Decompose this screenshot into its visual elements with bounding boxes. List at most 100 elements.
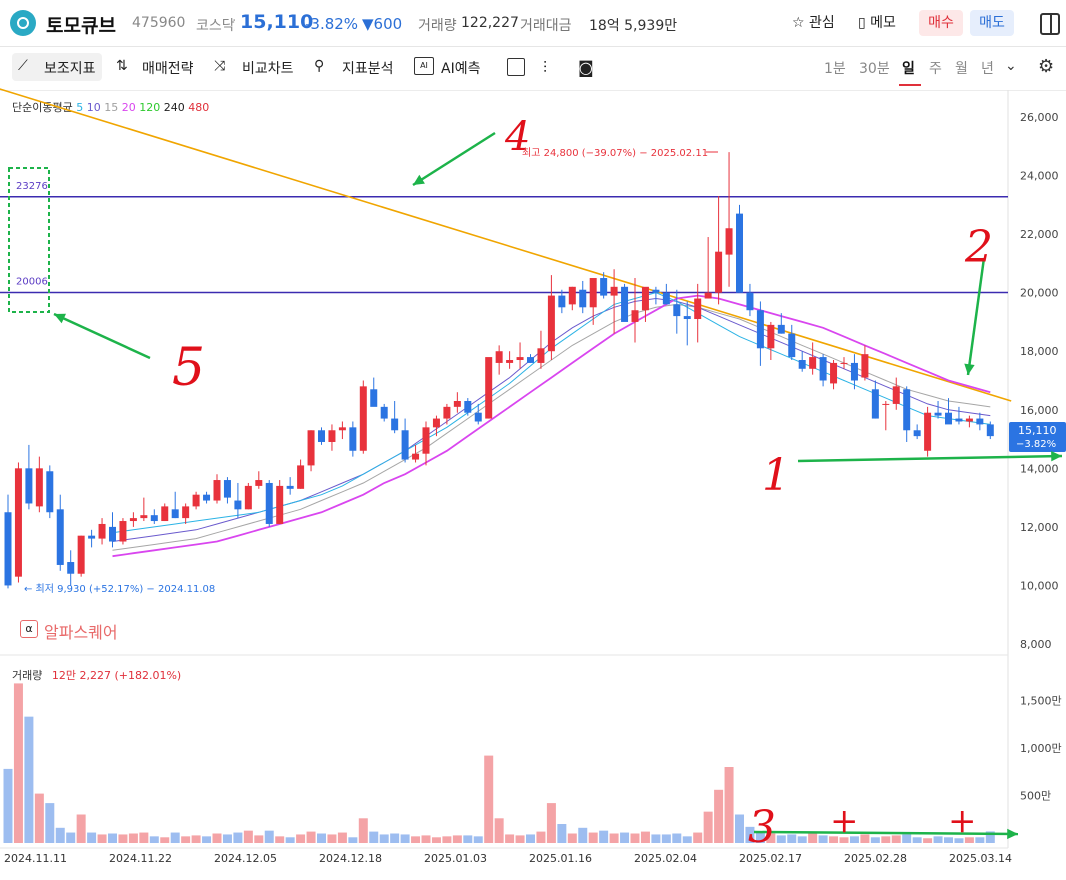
volume-bar	[682, 836, 692, 843]
candle-body	[453, 400, 461, 407]
volume-bar	[693, 832, 703, 843]
candle-body	[662, 292, 670, 305]
candle-body	[161, 506, 169, 522]
candle-body	[203, 494, 211, 501]
candle-body	[631, 310, 639, 322]
volume-bar	[348, 837, 358, 843]
volume-bar	[975, 837, 985, 843]
candle-body	[401, 430, 409, 460]
candle-body	[840, 362, 848, 364]
volume-bar	[317, 833, 326, 843]
candle-body	[537, 348, 545, 363]
annotation-label-1: 1	[762, 450, 790, 501]
volume-bar	[421, 835, 431, 843]
candle-body	[756, 310, 764, 349]
volume-bar	[912, 837, 922, 843]
candle-body	[579, 289, 587, 308]
candle-body	[255, 480, 263, 486]
candle-body	[140, 515, 148, 519]
volume-bar	[787, 834, 797, 843]
volume-bar	[181, 836, 191, 843]
volume-bar	[233, 832, 243, 843]
volume-bar	[254, 835, 264, 843]
volume-bar	[369, 831, 379, 843]
volume-bar	[128, 833, 138, 843]
volume-bar	[891, 835, 901, 843]
annotation-label-3: 3	[748, 802, 776, 853]
last-pct-label: −3.82%	[1016, 439, 1056, 450]
candle-body	[192, 494, 200, 507]
candle-body	[934, 412, 942, 416]
candle-body	[955, 418, 963, 422]
annotation-label-6: +	[830, 801, 859, 841]
candle-body	[359, 386, 367, 451]
candle-body	[965, 418, 973, 422]
x-tick-label: 2025.03.14	[949, 852, 1012, 865]
candle-body	[683, 316, 691, 320]
volume-bar	[13, 683, 23, 843]
candle-body	[850, 362, 858, 381]
volume-bar	[808, 833, 818, 843]
volume-bar	[452, 835, 462, 843]
volume-bar	[881, 836, 891, 843]
y-tick-label: 24,000	[1020, 170, 1059, 183]
candle-body	[98, 523, 106, 539]
candle-body	[516, 357, 524, 361]
volume-bar	[463, 835, 473, 843]
volume-bar	[536, 831, 546, 843]
candle-body	[589, 278, 597, 308]
y-tick-label: 22,000	[1020, 228, 1059, 241]
x-tick-label: 2024.12.18	[319, 852, 382, 865]
volume-bar	[243, 830, 253, 843]
candle-body	[422, 427, 430, 454]
y-tick-label: 16,000	[1020, 404, 1059, 417]
volume-tick-label: 500만	[1020, 790, 1051, 803]
candle-body	[673, 304, 681, 317]
volume-bar	[526, 834, 535, 843]
volume-bar	[45, 803, 55, 843]
candle-body	[297, 465, 305, 489]
candle-body	[641, 286, 649, 311]
volume-bar	[661, 834, 671, 843]
volume-bar	[860, 834, 870, 843]
candle-body	[558, 295, 566, 308]
candle-body	[265, 482, 273, 524]
volume-bar	[776, 835, 786, 843]
volume-bar	[76, 814, 86, 843]
candle-body	[213, 480, 221, 501]
annotation-label-2: 2	[964, 222, 993, 273]
y-tick-label: 20,000	[1020, 287, 1059, 300]
candle-body	[610, 286, 618, 296]
volume-bar	[557, 824, 567, 843]
volume-bar	[923, 838, 933, 843]
candle-body	[338, 427, 346, 431]
candle-body	[25, 468, 33, 504]
volume-bar	[34, 793, 44, 843]
candle-body	[349, 427, 357, 451]
volume-bar	[902, 834, 912, 843]
price-chart[interactable]: 26,00024,00022,00020,00018,00016,00014,0…	[0, 0, 1066, 880]
volume-bar	[222, 834, 232, 843]
candle-body	[443, 406, 451, 419]
x-tick-label: 2025.01.16	[529, 852, 592, 865]
annotation-arrow-1	[797, 454, 1063, 463]
candle-body	[276, 485, 284, 524]
volume-bar	[703, 811, 713, 843]
y-tick-label: 12,000	[1020, 521, 1059, 534]
volume-bar	[337, 832, 347, 843]
candle-body	[506, 360, 514, 363]
candle-body	[715, 251, 723, 293]
volume-bar	[285, 837, 295, 843]
volume-bar	[24, 716, 34, 843]
candle-body	[903, 389, 911, 431]
candle-body	[777, 324, 785, 334]
volume-bar	[515, 835, 525, 843]
volume-bar	[714, 789, 724, 843]
candle-body	[945, 412, 952, 425]
candle-body	[171, 509, 179, 519]
volume-bar	[358, 818, 368, 843]
volume-bar	[108, 833, 117, 843]
candle-body	[129, 518, 137, 522]
volume-bar	[66, 832, 76, 843]
volume-bar	[870, 837, 880, 843]
